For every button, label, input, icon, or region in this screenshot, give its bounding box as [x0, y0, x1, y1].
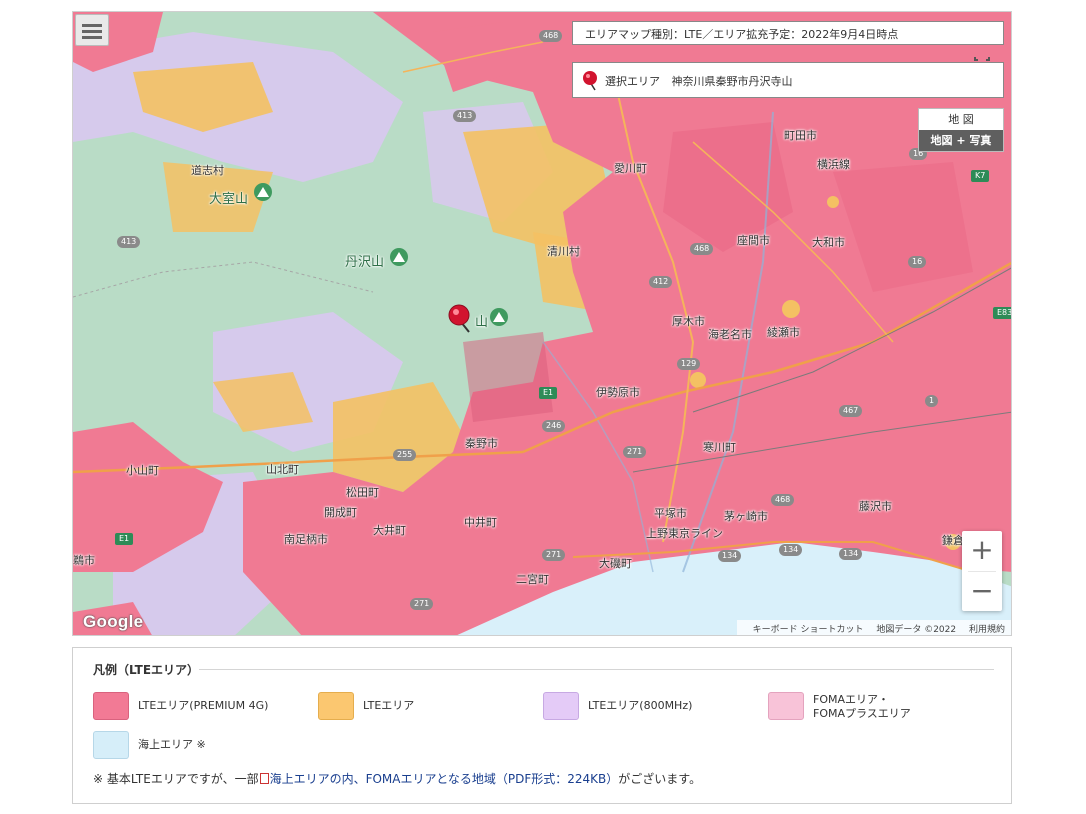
place-label: 清川村 — [547, 245, 580, 258]
area-map-type-info: エリアマップ種別：LTE／エリア拡充予定：2022年9月4日時点 — [572, 21, 1004, 45]
place-label: 小山町 — [126, 464, 159, 477]
road-shield: 468 — [690, 243, 714, 255]
legend-title: 凡例（LTEエリア） — [93, 663, 200, 677]
place-label: 松田町 — [346, 486, 379, 499]
legend-swatch — [318, 692, 354, 720]
road-shield: E1 — [539, 387, 558, 399]
place-label: 座間市 — [737, 234, 770, 247]
map-canvas[interactable] — [73, 12, 1012, 636]
road-shield: 129 — [677, 358, 701, 370]
road-shield: 271 — [542, 549, 566, 561]
map-pin-icon — [583, 71, 597, 91]
place-label: 平塚市 — [654, 507, 687, 520]
map-data-text: 地図データ ©2022 — [876, 625, 957, 635]
road-shield: 1 — [925, 395, 939, 407]
legend-label: LTEエリア — [363, 699, 415, 712]
map-type-map-option[interactable]: 地 図 — [919, 109, 1003, 130]
road-shield: 468 — [539, 30, 563, 42]
place-label: 藤沢市 — [859, 500, 892, 513]
keyboard-shortcuts-link[interactable]: キーボード ショートカット — [753, 625, 864, 635]
place-label: 綾瀬市 — [767, 326, 800, 339]
zoom-control: + − — [962, 531, 1002, 611]
place-label: 愛川町 — [614, 162, 647, 175]
map-type-satellite-option[interactable]: 地図 + 写真 — [919, 130, 1003, 151]
legend-panel: 凡例（LTEエリア） LTEエリア(PREMIUM 4G) LTEエリア LTE… — [72, 647, 1012, 804]
place-label: 町田市 — [784, 129, 817, 142]
road-shield: 255 — [393, 449, 417, 461]
terms-link[interactable]: 利用規約 — [969, 625, 1005, 635]
place-label: 中井町 — [464, 516, 497, 529]
area-map[interactable]: 道志村 大室山 丹沢山 山 清川村 愛川町 町田市 横浜線 座間市 大和市 厚木… — [72, 11, 1012, 636]
legend-note: ※ 基本LTEエリアですが、一部 海上エリアの内、FOMAエリアとなる地域（PDF… — [93, 772, 702, 786]
road-shield: 413 — [453, 110, 477, 122]
menu-button[interactable] — [75, 14, 109, 46]
place-label: 秦野市 — [465, 437, 498, 450]
place-label: 鵜市 — [73, 554, 95, 567]
legend-label: LTEエリア(PREMIUM 4G) — [138, 699, 269, 712]
road-shield: 412 — [649, 276, 673, 288]
road-shield: E83 — [993, 307, 1011, 319]
place-label: 寒川町 — [703, 441, 736, 454]
road-shield: 271 — [623, 446, 647, 458]
map-type-switcher: 地 図 地図 + 写真 — [918, 108, 1004, 152]
place-label: 鎌倉 — [942, 534, 964, 547]
place-label: 山 — [475, 315, 489, 330]
hamburger-menu-icon — [82, 24, 102, 27]
google-logo[interactable]: Google — [83, 612, 143, 632]
place-label: 海老名市 — [708, 328, 752, 341]
legend-swatch — [543, 692, 579, 720]
selected-area-box: 選択エリア 神奈川県秦野市丹沢寺山 — [572, 62, 1004, 98]
place-label: 道志村 — [191, 164, 224, 177]
road-shield: 271 — [410, 598, 434, 610]
place-label: 山北町 — [266, 463, 299, 476]
place-label: 上野東京ライン — [646, 527, 723, 540]
legend-divider — [199, 669, 994, 670]
place-label: 茅ヶ崎市 — [724, 510, 768, 523]
road-shield: 134 — [839, 548, 863, 560]
area-map-type-text: エリアマップ種別：LTE／エリア拡充予定：2022年9月4日時点 — [585, 28, 899, 41]
place-label: 横浜線 — [817, 158, 850, 171]
place-label: 伊勢原市 — [596, 386, 640, 399]
place-label: 開成町 — [324, 506, 357, 519]
road-shield: 134 — [718, 550, 742, 562]
road-shield: 246 — [542, 420, 566, 432]
pdf-icon — [259, 773, 269, 784]
road-shield: 134 — [779, 544, 803, 556]
legend-swatch — [93, 731, 129, 759]
map-attribution: キーボード ショートカット 地図データ ©2022 利用規約 — [736, 620, 1011, 635]
fullscreen-button[interactable] — [966, 45, 998, 61]
legend-label: LTEエリア(800MHz) — [588, 699, 693, 712]
selected-area-value: 神奈川県秦野市丹沢寺山 — [671, 75, 793, 88]
place-label: 大磯町 — [599, 557, 632, 570]
zoom-in-button[interactable]: + — [962, 531, 1002, 571]
pdf-link[interactable]: 海上エリアの内、FOMAエリアとなる地域（PDF形式：224KB） — [270, 772, 619, 786]
legend-swatch — [768, 692, 804, 720]
road-shield: 413 — [117, 236, 141, 248]
road-shield: E1 — [115, 533, 134, 545]
selected-area-label: 選択エリア — [605, 75, 660, 88]
legend-label: FOMAエリア・ FOMAプラスエリア — [813, 693, 911, 720]
road-shield: 16 — [908, 256, 927, 268]
place-label: 大井町 — [373, 524, 406, 537]
road-shield: 468 — [771, 494, 795, 506]
legend-swatch — [93, 692, 129, 720]
place-label: 丹沢山 — [345, 255, 385, 270]
place-label: 大室山 — [209, 192, 249, 207]
place-label: 大和市 — [812, 236, 845, 249]
zoom-out-button[interactable]: − — [962, 572, 1002, 612]
road-shield: K7 — [971, 170, 990, 182]
place-label: 二宮町 — [516, 573, 549, 586]
road-shield: 467 — [839, 405, 863, 417]
place-label: 南足柄市 — [284, 533, 328, 546]
legend-label: 海上エリア ※ — [138, 738, 206, 751]
fullscreen-icon — [974, 57, 990, 61]
place-label: 厚木市 — [672, 315, 705, 328]
